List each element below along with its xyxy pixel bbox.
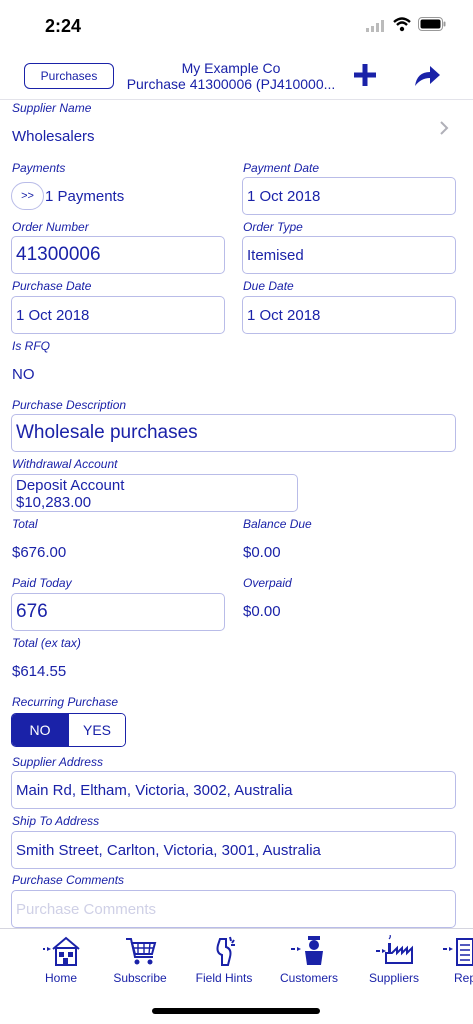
cart-icon bbox=[126, 938, 157, 965]
payment-date-label: Payment Date bbox=[243, 161, 320, 175]
tab-customers[interactable]: Customers bbox=[269, 935, 349, 985]
payment-date-field[interactable]: 1 Oct 2018 bbox=[242, 177, 456, 215]
purchase-description-label: Purchase Description bbox=[12, 398, 127, 412]
tab-label: Rep bbox=[454, 971, 473, 985]
withdrawal-account-label: Withdrawal Account bbox=[12, 457, 118, 471]
wifi-icon bbox=[393, 17, 411, 32]
tab-label: Customers bbox=[279, 971, 338, 985]
withdrawal-account-name: Deposit Account bbox=[16, 477, 125, 494]
balance-due-label: Balance Due bbox=[243, 517, 312, 531]
order-type-label: Order Type bbox=[243, 220, 303, 234]
is-rfq-label: Is RFQ bbox=[12, 339, 50, 353]
recurring-yes-option[interactable]: YES bbox=[68, 714, 125, 746]
add-icon[interactable] bbox=[352, 62, 378, 88]
order-type-field[interactable]: Itemised bbox=[242, 236, 456, 274]
recurring-no-option[interactable]: NO bbox=[12, 714, 68, 746]
purchase-comments-label: Purchase Comments bbox=[12, 873, 125, 887]
balance-due-value: $0.00 bbox=[243, 544, 281, 561]
total-ex-tax-value: $614.55 bbox=[12, 663, 67, 680]
tab-label: Field Hints bbox=[195, 971, 253, 985]
recurring-purchase-label: Recurring Purchase bbox=[12, 695, 119, 709]
customers-icon bbox=[291, 936, 323, 965]
tab-field-hints[interactable]: Field Hints bbox=[184, 935, 264, 985]
status-bar: 2:24 bbox=[0, 0, 473, 50]
share-arrow-icon[interactable] bbox=[412, 62, 442, 88]
payments-value: 1 Payments bbox=[45, 188, 125, 205]
order-number-label: Order Number bbox=[12, 220, 89, 234]
tab-label: Home bbox=[44, 971, 77, 985]
is-rfq-value: NO bbox=[12, 366, 35, 383]
tab-home[interactable]: Home bbox=[21, 935, 101, 985]
overpaid-value: $0.00 bbox=[243, 603, 281, 620]
supplier-name-value[interactable]: Wholesalers bbox=[12, 128, 95, 145]
purchase-title: Purchase 41300006 (PJ410000... bbox=[126, 76, 336, 92]
supplier-name-label: Supplier Name bbox=[12, 101, 92, 115]
purchase-description-field[interactable]: Wholesale purchases bbox=[11, 414, 456, 452]
payments-label: Payments bbox=[12, 161, 66, 175]
company-name: My Example Co bbox=[181, 60, 281, 76]
withdrawal-account-field[interactable]: Deposit Account $10,283.00 bbox=[11, 474, 298, 512]
cellular-signal-icon bbox=[366, 20, 384, 32]
tab-reports[interactable]: Rep bbox=[437, 935, 473, 985]
recurring-purchase-toggle: NO YES bbox=[11, 713, 126, 747]
payments-expand-button[interactable]: >> bbox=[11, 182, 44, 210]
tab-suppliers[interactable]: Suppliers bbox=[354, 935, 434, 985]
purchase-comments-field[interactable]: Purchase Comments bbox=[11, 890, 456, 928]
supplier-address-label: Supplier Address bbox=[12, 755, 103, 769]
due-date-field[interactable]: 1 Oct 2018 bbox=[242, 296, 456, 334]
status-time: 2:24 bbox=[45, 16, 82, 36]
suppliers-icon bbox=[376, 935, 413, 964]
battery-icon bbox=[418, 17, 446, 31]
ship-to-address-field[interactable]: Smith Street, Carlton, Victoria, 3001, A… bbox=[11, 831, 456, 869]
order-number-field[interactable]: 41300006 bbox=[11, 236, 225, 274]
home-indicator bbox=[152, 1008, 320, 1014]
hint-icon bbox=[216, 936, 235, 966]
reports-icon bbox=[443, 938, 473, 966]
purchase-date-label: Purchase Date bbox=[12, 279, 92, 293]
chevron-right-icon[interactable] bbox=[438, 120, 450, 136]
paid-today-field[interactable]: 676 bbox=[11, 593, 225, 631]
withdrawal-account-balance: $10,283.00 bbox=[16, 494, 92, 511]
total-label: Total bbox=[12, 517, 38, 531]
purchases-back-button[interactable]: Purchases bbox=[24, 63, 114, 89]
total-ex-tax-label: Total (ex tax) bbox=[12, 636, 81, 650]
nav-title: My Example Co Purchase 41300006 (PJ41000… bbox=[120, 60, 342, 92]
due-date-label: Due Date bbox=[243, 279, 294, 293]
supplier-address-field[interactable]: Main Rd, Eltham, Victoria, 3002, Austral… bbox=[11, 771, 456, 809]
tab-label: Subscribe bbox=[113, 971, 167, 985]
navigation-bar: Purchases My Example Co Purchase 4130000… bbox=[0, 52, 473, 100]
total-value: $676.00 bbox=[12, 544, 67, 561]
ship-to-address-label: Ship To Address bbox=[12, 814, 100, 828]
purchase-date-field[interactable]: 1 Oct 2018 bbox=[11, 296, 225, 334]
overpaid-label: Overpaid bbox=[243, 576, 292, 590]
paid-today-label: Paid Today bbox=[12, 576, 72, 590]
tab-subscribe[interactable]: Subscribe bbox=[100, 935, 180, 985]
home-icon bbox=[43, 936, 80, 966]
tab-label: Suppliers bbox=[368, 971, 420, 985]
